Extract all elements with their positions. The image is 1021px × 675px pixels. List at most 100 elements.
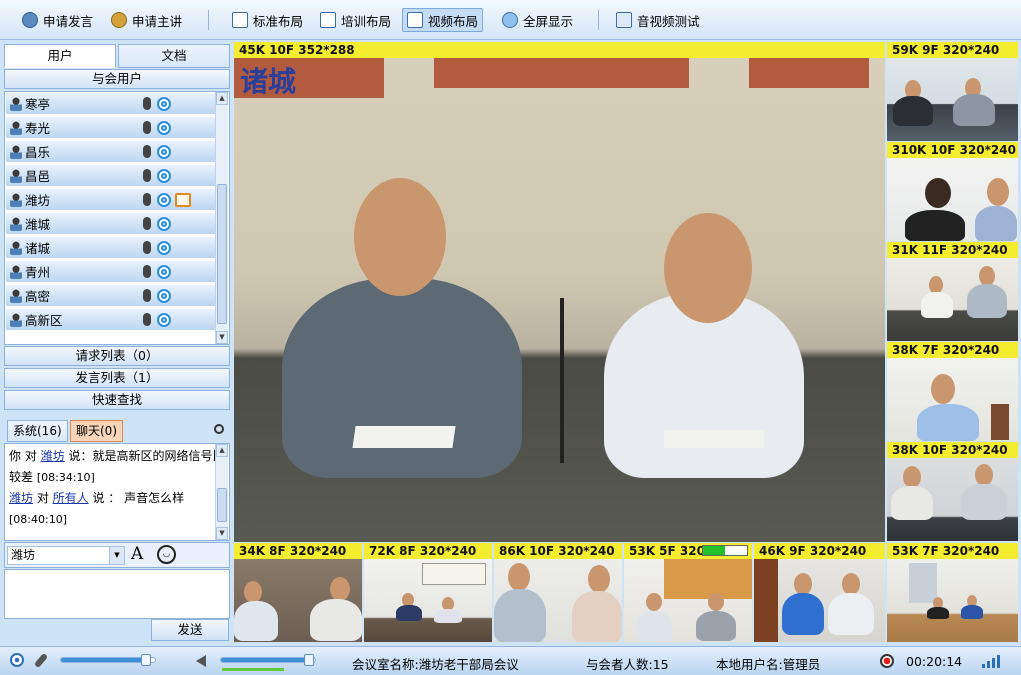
scroll-up-icon[interactable]: ▲ [216,444,228,457]
video-tile[interactable]: 46K 9F 320*240 [754,543,885,642]
pin-icon[interactable] [214,424,224,434]
user-row[interactable]: 寒亭 [6,93,215,115]
papers [664,430,764,448]
microphone-icon[interactable] [143,265,151,278]
sender-link[interactable]: 潍坊 [9,491,33,505]
edit-icon[interactable] [175,192,191,207]
participant-head [664,213,752,323]
mic-volume-knob[interactable] [141,654,152,666]
speaker-volume-knob[interactable] [304,654,315,666]
microphone-icon[interactable] [143,217,151,230]
video-layout-button[interactable]: 视频布局 [402,8,484,32]
participant [782,593,824,635]
camera-icon[interactable] [157,168,171,183]
speak-list-header[interactable]: 发言列表（1） [4,368,230,388]
microphone-icon[interactable] [143,313,151,326]
participant-head [646,593,662,611]
camera-settings-icon[interactable] [10,653,24,667]
recipient-link[interactable]: 所有人 [53,491,89,505]
chat-message: 潍坊 对 所有人 说 ： 声音怎么样 [08:40:10] [9,488,225,530]
camera-icon[interactable] [157,288,171,303]
font-button[interactable]: A [131,544,143,564]
tab-system[interactable]: 系统(16) [7,420,68,442]
video-tile[interactable]: 72K 8F 320*240 [364,543,492,642]
video-tile[interactable]: 34K 8F 320*240 [234,543,362,642]
video-tile[interactable]: 31K 11F 320*240 [887,242,1018,341]
user-row[interactable]: 诸城 [6,237,215,259]
main-video[interactable]: 45K 10F 352*288 诸城 [234,42,885,542]
video-tile[interactable]: 53K 7F 320*240 [887,543,1018,642]
video-frame [234,559,362,642]
camera-icon[interactable] [157,120,171,135]
message-input[interactable] [4,569,230,619]
mic-volume-fill [61,658,148,662]
user-row[interactable]: 昌乐 [6,141,215,163]
user-icon [10,96,22,111]
video-tile[interactable]: 310K 10F 320*240 [887,142,1018,241]
video-tile[interactable]: 53K 5F 320* [624,543,752,642]
user-row[interactable]: 高新区 [6,309,215,331]
fullscreen-button[interactable]: 全屏显示 [498,8,577,32]
camera-icon[interactable] [157,216,171,231]
user-name: 诸城 [25,241,51,256]
participants-header[interactable]: 与会用户 [4,69,230,89]
recipient-select[interactable]: 潍坊 ▼ [7,546,125,565]
chevron-down-icon[interactable]: ▼ [109,547,124,564]
microphone-icon[interactable] [143,241,151,254]
emoji-icon[interactable]: ◡ [157,545,176,564]
request-list-header[interactable]: 请求列表（0） [4,346,230,366]
video-tile-label: 31K 11F 320*240 [887,242,1018,258]
record-icon[interactable] [880,654,894,668]
av-test-icon [616,12,632,28]
scroll-up-icon[interactable]: ▲ [216,92,228,105]
microphone-icon[interactable] [143,169,151,182]
wall-board [664,559,752,599]
speaker-volume-slider[interactable] [220,654,316,666]
microphone-icon[interactable] [143,193,151,206]
sender-link[interactable]: 潍坊 [41,449,65,463]
training-layout-button[interactable]: 培训布局 [316,8,395,32]
scroll-thumb[interactable] [217,184,227,324]
camera-icon[interactable] [157,192,171,207]
video-tile-label: 72K 8F 320*240 [364,543,492,559]
camera-icon[interactable] [157,312,171,327]
user-row[interactable]: 寿光 [6,117,215,139]
tab-chat[interactable]: 聊天(0) [70,420,123,442]
send-button[interactable]: 发送 [151,619,229,641]
camera-icon[interactable] [157,264,171,279]
av-test-button[interactable]: 音视频测试 [612,8,704,32]
raise-hand-button[interactable]: 申请发言 [18,8,97,32]
speaker-icon[interactable] [196,655,206,667]
microphone-icon[interactable] [33,652,49,669]
user-row[interactable]: 潍坊 [6,189,215,211]
video-frame: 诸城 [234,58,885,542]
tab-users[interactable]: 用户 [4,44,116,68]
microphone-icon[interactable] [143,145,151,158]
camera-icon[interactable] [157,240,171,255]
user-icon [10,120,22,135]
request-presenter-button[interactable]: 申请主讲 [107,8,186,32]
user-list-scrollbar[interactable]: ▲ ▼ [215,92,228,344]
camera-icon[interactable] [157,96,171,111]
scroll-down-icon[interactable]: ▼ [216,331,228,344]
user-row[interactable]: 昌邑 [6,165,215,187]
video-tile[interactable]: 38K 7F 320*240 [887,342,1018,441]
chat-scrollbar[interactable]: ▲ ▼ [215,444,228,540]
standard-layout-button[interactable]: 标准布局 [228,8,307,32]
user-row[interactable]: 青州 [6,261,215,283]
scroll-down-icon[interactable]: ▼ [216,527,228,540]
microphone-icon[interactable] [143,289,151,302]
tab-documents[interactable]: 文档 [118,44,230,68]
user-row[interactable]: 高密 [6,285,215,307]
camera-icon[interactable] [157,144,171,159]
quick-search-header[interactable]: 快速查找 [4,390,230,410]
participant [953,94,995,126]
microphone-icon[interactable] [143,97,151,110]
scroll-thumb[interactable] [217,488,227,522]
microphone-icon[interactable] [143,121,151,134]
user-row[interactable]: 潍城 [6,213,215,235]
video-tile[interactable]: 59K 9F 320*240 [887,42,1018,141]
video-tile[interactable]: 38K 10F 320*240 [887,442,1018,541]
mic-volume-slider[interactable] [60,654,156,666]
video-tile[interactable]: 86K 10F 320*240 [494,543,622,642]
